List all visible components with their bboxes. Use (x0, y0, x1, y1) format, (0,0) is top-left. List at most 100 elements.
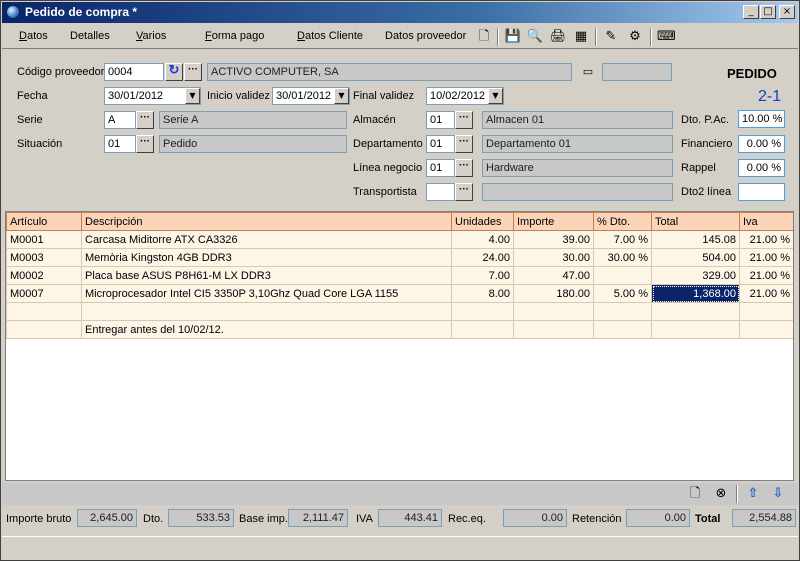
departamento-lookup-button[interactable]: ··· (455, 135, 473, 153)
table-cell[interactable] (593, 320, 652, 339)
column-header-iva[interactable]: Iva (739, 212, 793, 231)
table-row[interactable]: M0002 Placa base ASUS P8H61-M LX DDR3 7.… (6, 266, 793, 285)
column-header-articulo[interactable]: Artículo (6, 212, 82, 231)
table-cell[interactable]: 504.00 (651, 248, 740, 267)
table-row[interactable]: M0001 Carcasa Miditorre ATX CA3326 4.00 … (6, 230, 793, 249)
departamento-code-input[interactable]: 01 (426, 135, 455, 153)
table-cell[interactable]: 21.00 % (739, 266, 793, 285)
fecha-dropdown-icon[interactable]: ▼ (185, 88, 200, 104)
table-cell[interactable] (513, 320, 594, 339)
table-cell[interactable]: 7.00 % (593, 230, 652, 249)
selected-table-cell[interactable]: 1,368.00 (651, 284, 740, 303)
column-header-importe[interactable]: Importe (513, 212, 594, 231)
table-cell[interactable]: 5.00 % (593, 284, 652, 303)
table-cell[interactable]: M0002 (6, 266, 82, 285)
table-row[interactable]: M0007 Microprocesador Intel CI5 3350P 3,… (6, 284, 793, 303)
table-cell[interactable]: Placa base ASUS P8H61-M LX DDR3 (81, 266, 452, 285)
table-cell[interactable]: M0007 (6, 284, 82, 303)
print-preview-icon[interactable]: 🔍 (526, 28, 544, 46)
delete-line-icon[interactable]: ⊗ (712, 485, 730, 503)
rappel-input[interactable]: 0.00 % (738, 159, 785, 177)
table-cell[interactable] (451, 302, 514, 321)
dto-pac-input[interactable]: 10.00 % (738, 110, 785, 128)
table-row[interactable] (6, 302, 793, 321)
proveedor-code-input[interactable]: 0004 (104, 63, 164, 81)
inicio-dropdown-icon[interactable]: ▼ (334, 88, 349, 104)
save-icon[interactable]: 💾 (504, 28, 522, 46)
table-cell[interactable]: Microprocesador Intel CI5 3350P 3,10Ghz … (81, 284, 452, 303)
table-cell[interactable]: 21.00 % (739, 284, 793, 303)
menu-datos-proveedor[interactable]: Datos proveedor (385, 30, 466, 42)
table-cell[interactable]: 21.00 % (739, 230, 793, 249)
table-cell[interactable]: 47.00 (513, 266, 594, 285)
linea-negocio-lookup-button[interactable]: ··· (455, 159, 473, 177)
table-cell[interactable]: 21.00 % (739, 248, 793, 267)
new-document-icon[interactable]: 🗋 (475, 28, 493, 46)
new-line-icon[interactable]: 🗋 (686, 485, 704, 503)
transportista-lookup-button[interactable]: ··· (455, 183, 473, 201)
table-cell[interactable] (81, 302, 452, 321)
column-header-dto[interactable]: % Dto. (593, 212, 652, 231)
serie-lookup-button[interactable]: ··· (136, 111, 154, 129)
maximize-button[interactable]: □ (760, 5, 776, 19)
settings-icon[interactable]: ⚙ (626, 28, 644, 46)
table-row[interactable]: M0003 Memòria Kingston 4GB DDR3 24.00 30… (6, 248, 793, 267)
table-cell[interactable]: 7.00 (451, 266, 514, 285)
table-cell[interactable]: 4.00 (451, 230, 514, 249)
keyboard-icon[interactable]: ⌨ (657, 28, 676, 46)
serie-code-input[interactable]: A (104, 111, 136, 129)
table-cell[interactable]: 145.08 (651, 230, 740, 249)
table-cell[interactable]: Carcasa Miditorre ATX CA3326 (81, 230, 452, 249)
table-cell[interactable] (593, 266, 652, 285)
edit-icon[interactable]: ✎ (602, 28, 620, 46)
table-cell[interactable]: 24.00 (451, 248, 514, 267)
table-cell[interactable]: 30.00 % (593, 248, 652, 267)
close-button[interactable]: × (779, 5, 795, 19)
table-cell[interactable] (593, 302, 652, 321)
refresh-icon[interactable]: ↻ (165, 63, 183, 81)
menu-datos-cliente[interactable]: Datos Cliente (297, 30, 363, 42)
situacion-code-input[interactable]: 01 (104, 135, 136, 153)
menu-forma-pago[interactable]: Forma pago (205, 30, 264, 42)
dto2-linea-input[interactable] (738, 183, 785, 201)
table-cell[interactable]: Memòria Kingston 4GB DDR3 (81, 248, 452, 267)
move-down-icon[interactable]: ⇩ (769, 485, 787, 503)
almacen-code-input[interactable]: 01 (426, 111, 455, 129)
linea-negocio-code-input[interactable]: 01 (426, 159, 455, 177)
final-dropdown-icon[interactable]: ▼ (488, 88, 503, 104)
table-cell[interactable]: Entregar antes del 10/02/12. (81, 320, 452, 339)
table-cell[interactable] (513, 302, 594, 321)
table-cell[interactable] (451, 320, 514, 339)
table-cell[interactable]: 39.00 (513, 230, 594, 249)
table-row[interactable]: Entregar antes del 10/02/12. (6, 320, 793, 339)
table-cell[interactable] (6, 320, 82, 339)
menu-varios[interactable]: Varios (136, 30, 166, 42)
almacen-lookup-button[interactable]: ··· (455, 111, 473, 129)
table-cell[interactable]: 180.00 (513, 284, 594, 303)
column-header-unidades[interactable]: Unidades (451, 212, 514, 231)
items-grid[interactable]: Artículo Descripción Unidades Importe % … (5, 211, 794, 481)
financiero-input[interactable]: 0.00 % (738, 135, 785, 153)
table-cell[interactable] (739, 320, 793, 339)
note-icon[interactable]: ▭ (579, 63, 597, 81)
minimize-button[interactable]: _ (743, 5, 759, 19)
table-cell[interactable]: 30.00 (513, 248, 594, 267)
column-header-total[interactable]: Total (651, 212, 740, 231)
table-cell[interactable]: M0003 (6, 248, 82, 267)
situacion-lookup-button[interactable]: ··· (136, 135, 154, 153)
menu-detalles[interactable]: Detalles (70, 30, 110, 42)
table-cell[interactable]: M0001 (6, 230, 82, 249)
table-cell[interactable] (651, 302, 740, 321)
table-cell[interactable] (6, 302, 82, 321)
proveedor-lookup-button[interactable]: ··· (184, 63, 202, 81)
print-icon[interactable]: 🖨 (549, 28, 567, 46)
move-up-icon[interactable]: ⇧ (744, 485, 762, 503)
menu-datos[interactable]: Datos (19, 30, 48, 42)
transportista-code-input[interactable] (426, 183, 455, 201)
table-cell[interactable] (739, 302, 793, 321)
table-cell[interactable]: 329.00 (651, 266, 740, 285)
table-cell[interactable]: 8.00 (451, 284, 514, 303)
export-icon[interactable]: ▦ (572, 28, 590, 46)
column-header-descripcion[interactable]: Descripción (81, 212, 452, 231)
table-cell[interactable] (651, 320, 740, 339)
